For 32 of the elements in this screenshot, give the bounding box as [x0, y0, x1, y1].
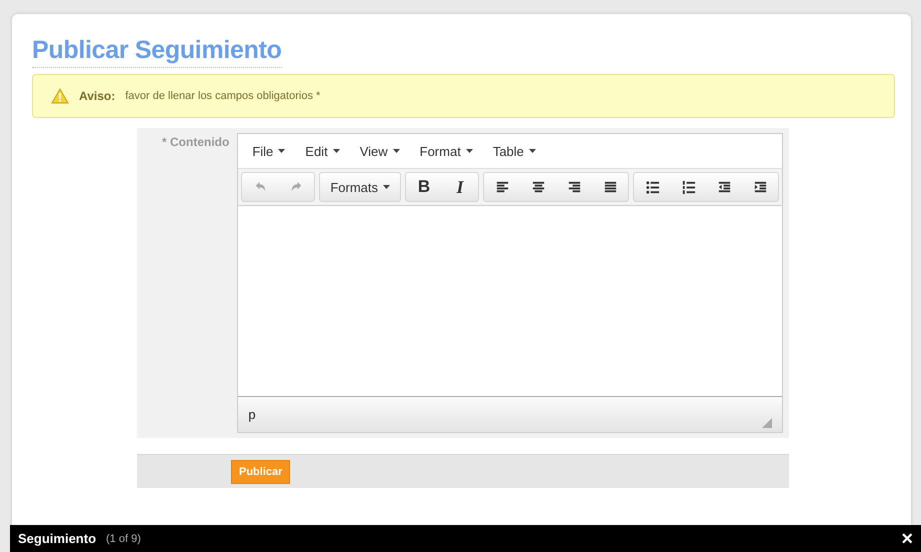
- align-center-icon: [530, 180, 546, 194]
- caret-icon: [332, 149, 340, 153]
- menu-item[interactable]: View: [352, 144, 408, 158]
- gallery-title: Seguimiento: [18, 531, 96, 546]
- caret-icon: [466, 149, 473, 153]
- menu-item[interactable]: File: [244, 144, 294, 158]
- resize-handle[interactable]: [762, 418, 772, 428]
- close-button[interactable]: ×: [901, 528, 913, 548]
- field-label: * Contenido: [162, 135, 230, 149]
- page-title: Publicar Seguimiento: [32, 36, 282, 68]
- caret-icon: [278, 149, 286, 153]
- caret-icon: [528, 149, 536, 153]
- italic-button[interactable]: I: [442, 173, 478, 201]
- element-path: p: [248, 407, 256, 422]
- bold-button[interactable]: B: [406, 173, 442, 201]
- menu-item[interactable]: Table: [484, 144, 544, 158]
- warning-icon: [51, 88, 69, 104]
- alert-message: favor de llenar los campos obligatorios *: [125, 90, 320, 102]
- caret-icon: [392, 149, 400, 153]
- indent-icon: [752, 180, 768, 194]
- menu-item[interactable]: Format: [412, 144, 481, 158]
- menu-item[interactable]: Edit: [297, 144, 348, 158]
- align-right-icon: [566, 180, 582, 194]
- justify-icon: [602, 180, 618, 194]
- gallery-counter: (1 of 9): [106, 532, 141, 544]
- align-left-icon: [494, 180, 510, 194]
- formats-dropdown[interactable]: Formats: [320, 173, 400, 201]
- outdent-icon: [716, 180, 732, 194]
- alert-label: Aviso:: [79, 89, 116, 103]
- caret-icon: [383, 185, 390, 189]
- numbered-list-icon: [680, 180, 696, 194]
- bullet-list-icon: [644, 180, 660, 194]
